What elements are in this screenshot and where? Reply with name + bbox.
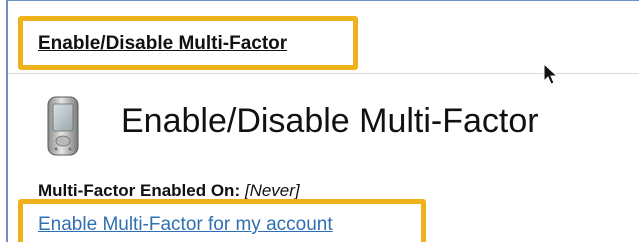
- multi-factor-page: Enable/Disable Multi-Factor Enable/Disab…: [0, 0, 639, 242]
- multi-factor-status: Multi-Factor Enabled On: [Never]: [38, 181, 300, 201]
- status-label: Multi-Factor Enabled On:: [38, 181, 241, 200]
- page-title: Enable/Disable Multi-Factor: [121, 102, 539, 140]
- enable-multi-factor-link[interactable]: Enable Multi-Factor for my account: [38, 214, 333, 236]
- status-value: [Never]: [244, 181, 300, 200]
- header-title[interactable]: Enable/Disable Multi-Factor: [38, 33, 287, 55]
- mobile-phone-icon: [47, 96, 79, 156]
- mouse-cursor-icon: [543, 63, 559, 85]
